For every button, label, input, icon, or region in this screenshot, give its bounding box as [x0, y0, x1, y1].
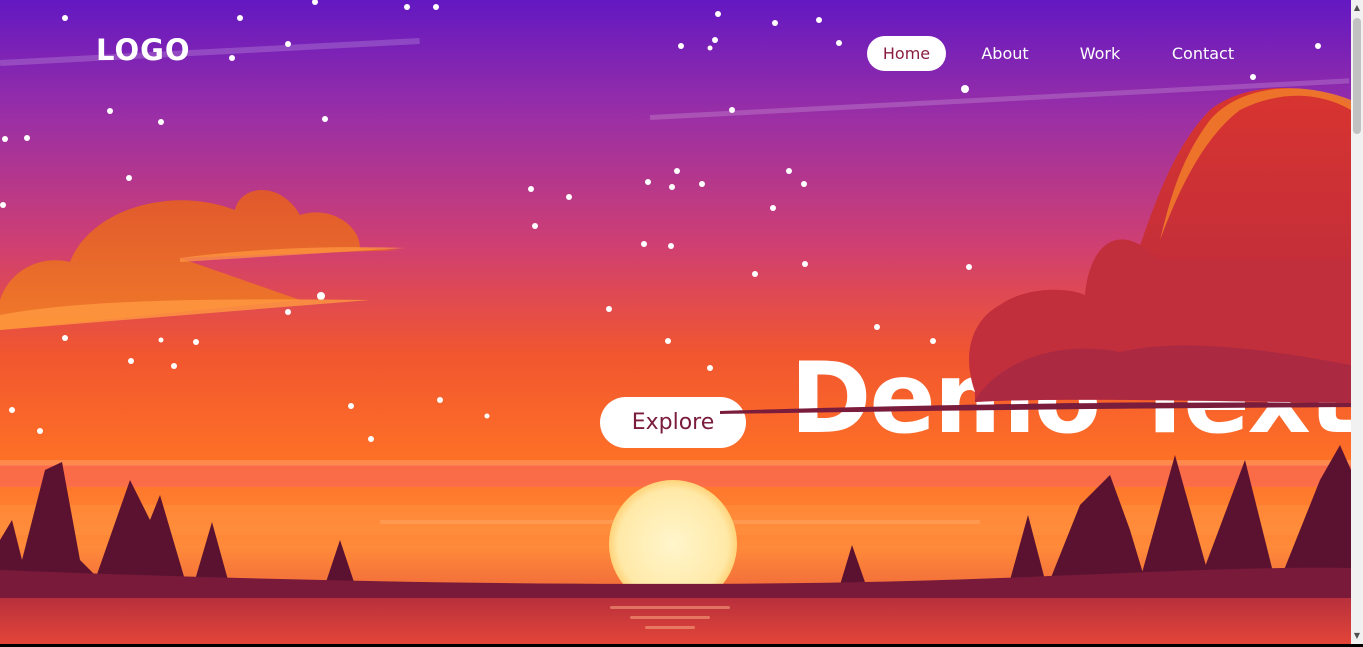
- hero-background: LOGO Home About Work Contact Explore Dem…: [0, 0, 1351, 644]
- nav-contact[interactable]: Contact: [1162, 36, 1244, 71]
- sunset-illustration: [0, 0, 1351, 644]
- logo[interactable]: LOGO: [96, 33, 191, 67]
- nav-about[interactable]: About: [972, 36, 1038, 71]
- scroll-thumb[interactable]: [1353, 18, 1361, 134]
- scroll-up-arrow-icon[interactable]: ▲: [1351, 2, 1363, 14]
- hero-headline: Demo Text: [790, 342, 1351, 456]
- nav-home[interactable]: Home: [867, 36, 946, 71]
- vertical-scrollbar[interactable]: ▲ ▼: [1351, 0, 1363, 644]
- scroll-down-arrow-icon[interactable]: ▼: [1351, 630, 1363, 642]
- explore-button[interactable]: Explore: [600, 397, 746, 448]
- nav-work[interactable]: Work: [1070, 36, 1130, 71]
